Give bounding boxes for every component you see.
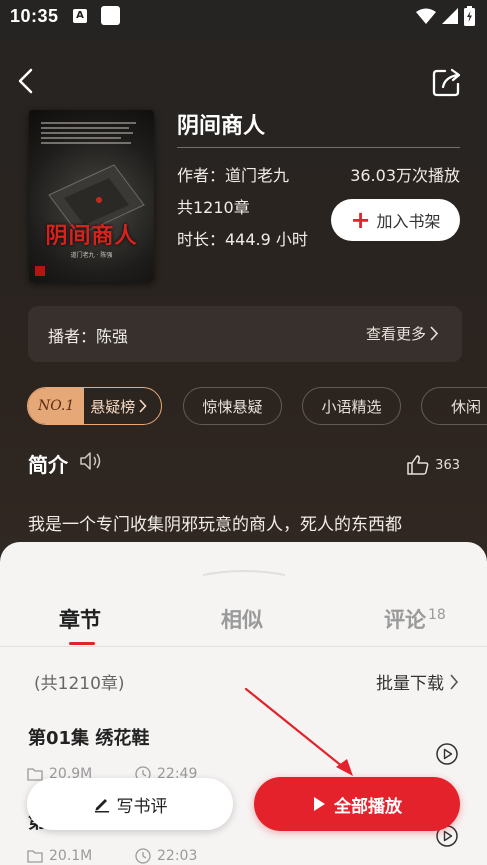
chevron-right-icon (139, 399, 147, 413)
tag-casual[interactable]: 休闲 (421, 387, 487, 425)
status-time: 10:35 (10, 6, 59, 26)
comments-count: 18 (428, 607, 446, 623)
book-title: 阴间商人 (177, 114, 266, 139)
tab-comments[interactable]: 评论 18 (384, 604, 446, 634)
like-count: 363 (435, 457, 460, 473)
rank-tag[interactable]: NO.1 悬疑榜 (27, 387, 162, 425)
episode-size-value: 20.1M (49, 848, 93, 864)
cover-credits: 道门老九 · 陈强 (70, 252, 113, 259)
episode-size: 20.1M (27, 848, 92, 864)
see-more-label: 查看更多 (365, 325, 426, 343)
rank-number: NO.1 (28, 388, 85, 424)
like-button[interactable]: 363 (407, 455, 460, 475)
episode-duration: 22:03 (135, 848, 197, 864)
title-divider (177, 147, 460, 148)
plus-icon: + (350, 206, 371, 234)
episode-duration-value: 22:03 (157, 848, 198, 864)
notification-square-icon (101, 6, 120, 25)
folder-icon (27, 850, 43, 863)
batch-download-label: 批量下载 (376, 674, 444, 694)
back-icon[interactable] (12, 66, 42, 96)
add-to-shelf-label: 加入书架 (376, 212, 441, 231)
chevron-right-icon (450, 673, 459, 690)
narrator: 播者：陈强 (48, 327, 129, 346)
status-icons (416, 6, 475, 26)
cover-stamp (35, 266, 45, 276)
annotation-arrow (244, 687, 353, 776)
signal-icon (442, 8, 458, 24)
tab-chapters[interactable]: 章节 (59, 604, 101, 634)
pencil-icon (94, 799, 109, 813)
clock-icon (135, 848, 151, 864)
write-review-label: 写书评 (116, 796, 168, 817)
sheet-handle[interactable] (201, 570, 287, 576)
play-icon (314, 797, 325, 811)
episode-title[interactable]: 第01集 绣花鞋 (28, 724, 149, 750)
battery-icon (464, 6, 475, 26)
tag-editors-pick[interactable]: 小语精选 (302, 387, 401, 425)
play-count: 36.03万次播放 (350, 166, 460, 185)
rank-label: 悬疑榜 (84, 396, 147, 417)
book-cover[interactable]: 阴间商人 道门老九 · 陈强 (29, 110, 154, 282)
wifi-icon (416, 8, 436, 24)
tag-thriller[interactable]: 惊悚悬疑 (183, 387, 282, 425)
chevron-right-icon (430, 326, 439, 341)
tab-similar[interactable]: 相似 (221, 604, 263, 634)
tab-comments-label: 评论 (384, 608, 426, 632)
add-to-shelf-button[interactable]: + 加入书架 (331, 199, 460, 241)
duration: 时长：444.9 小时 (177, 230, 308, 249)
play-all-label: 全部播放 (334, 796, 402, 817)
see-more-link[interactable]: 查看更多 (366, 323, 439, 344)
thumb-up-icon (407, 455, 429, 475)
write-review-button[interactable]: 写书评 (27, 778, 233, 830)
tabs-divider (0, 646, 487, 647)
intro-heading: 简介 (28, 453, 68, 477)
rank-label-text: 悬疑榜 (90, 397, 136, 416)
share-icon[interactable] (431, 66, 463, 98)
active-tab-indicator (69, 642, 95, 645)
cover-title: 阴间商人 (45, 223, 138, 249)
batch-download-button[interactable]: 批量下载 (376, 669, 459, 694)
speaker-icon[interactable] (79, 450, 105, 472)
play-all-button[interactable]: 全部播放 (254, 777, 460, 831)
chapter-count: 共1210章 (177, 198, 250, 217)
play-circle-icon[interactable] (436, 743, 458, 765)
chapter-total: (共1210章) (34, 674, 125, 694)
intro-text[interactable]: 我是一个专门收集阴邪玩意的商人，死人的东西都 (28, 510, 402, 535)
author[interactable]: 作者：道门老九 (177, 162, 289, 186)
folder-icon (27, 768, 43, 781)
notification-a-icon: A (73, 9, 87, 23)
